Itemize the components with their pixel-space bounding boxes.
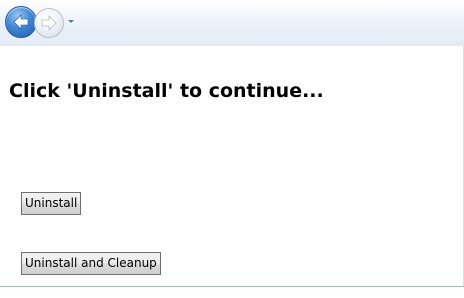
page-title: Click 'Uninstall' to continue... [9, 80, 324, 102]
uninstall-button[interactable]: Uninstall [21, 192, 82, 215]
back-button[interactable] [5, 6, 37, 38]
navigation-bar [0, 0, 464, 46]
uninstall-and-cleanup-button[interactable]: Uninstall and Cleanup [21, 252, 161, 275]
history-dropdown-button[interactable] [66, 16, 76, 26]
back-arrow-icon [13, 14, 29, 30]
window-border-bottom [0, 286, 464, 287]
forward-arrow-icon [41, 15, 57, 31]
uninstall-window: Click 'Uninstall' to continue... Uninsta… [0, 0, 464, 298]
forward-button[interactable] [34, 8, 64, 38]
dropdown-arrow-icon [68, 20, 74, 23]
